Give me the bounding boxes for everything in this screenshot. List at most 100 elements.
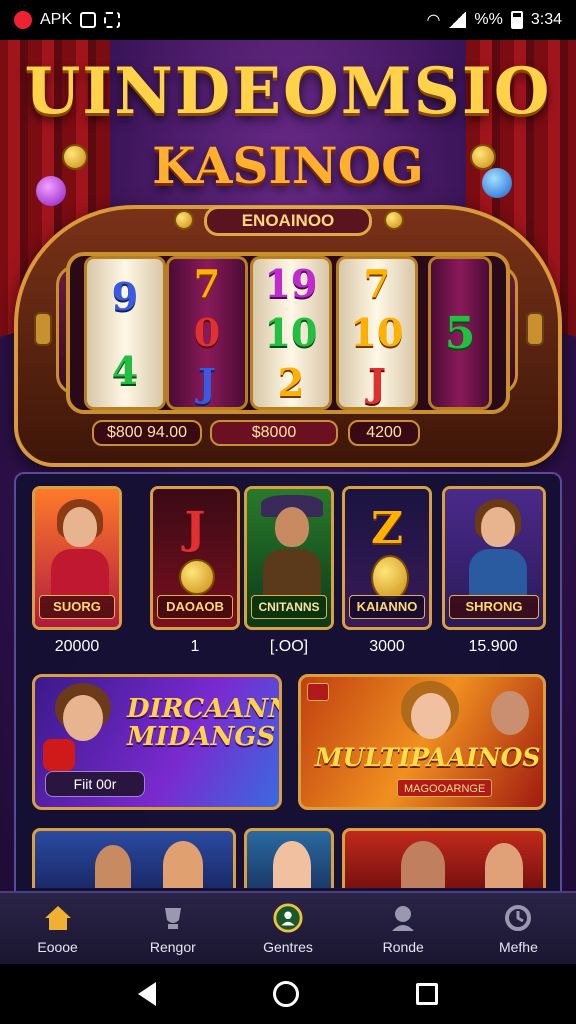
banner-title: DIRCAANN MIDANGS [127, 694, 282, 752]
app-screen: UINDEOMSIO KASINOG ENOAINOO 9 4 7 0 J 19… [0, 40, 576, 964]
character-portrait [63, 695, 103, 741]
status-apk-label: APK [40, 11, 73, 28]
game-tile-value: 20000 [54, 638, 100, 655]
slot-machine-plaque: ENOAINOO [204, 206, 372, 236]
game-tile-symbol: J [184, 503, 206, 554]
game-tile-value: 15.900 [468, 638, 518, 655]
reel-symbol: 5 [444, 307, 476, 359]
game-tile-label: DAOAOB [157, 595, 233, 619]
bolt-icon [384, 210, 404, 230]
screenshot-icon [104, 12, 121, 28]
character-portrait [275, 507, 309, 547]
game-tile[interactable]: SUORG [32, 486, 122, 630]
reel-symbol: 7 [193, 261, 221, 307]
game-tile-label: CNITANNS [251, 595, 327, 619]
reel-symbol: 7 [363, 261, 391, 307]
reel-symbol: 10 [350, 310, 404, 356]
character-portrait [401, 841, 445, 888]
nav-label: Eoooe [37, 938, 78, 955]
credit-meter: $800 94.00 [92, 420, 202, 446]
reel-2: 7 0 J [166, 256, 248, 410]
left-knob [34, 312, 52, 346]
reel-symbol: 19 [264, 261, 318, 307]
reel-symbol: 2 [277, 359, 305, 405]
nav-item-home[interactable]: Eoooe [0, 893, 115, 964]
banner-corner-badge [307, 683, 329, 701]
nav-label: Rengor [149, 938, 196, 955]
banner-button[interactable]: Fiit 00r [45, 771, 145, 797]
reel-5: 5 [428, 256, 492, 410]
character-portrait [163, 841, 203, 888]
reel-3: 19 10 2 [250, 256, 332, 410]
nav-item-games[interactable]: Gentres [230, 893, 345, 964]
coin-icon [62, 144, 88, 170]
coin-stack-icon [179, 559, 215, 595]
nav-label: Ronde [382, 938, 424, 955]
character-portrait [95, 845, 131, 888]
nav-item-profile[interactable]: Ronde [346, 893, 461, 964]
game-tile-partial[interactable] [244, 828, 334, 888]
promo-banner[interactable]: MULTIPAAINOS MAGOOARNGE [298, 674, 546, 810]
notification-icon [80, 12, 97, 28]
character-portrait [63, 507, 97, 547]
game-tile-value: 1 [190, 638, 200, 655]
status-time: 3:34 [530, 11, 562, 28]
game-tile-value: 3000 [369, 638, 405, 655]
nav-item-more[interactable]: Mefhe [461, 893, 576, 964]
reel-4: 7 10 J [336, 256, 418, 410]
win-meter: 4200 [348, 420, 420, 446]
system-nav-bar [0, 964, 576, 1024]
home-icon [43, 903, 73, 933]
reel-symbol: 9 [111, 273, 139, 319]
trophy-icon [158, 903, 188, 933]
game-tile[interactable]: CNITANNS [244, 486, 334, 630]
reel-1: 9 4 [84, 256, 166, 410]
refresh-icon [503, 903, 533, 933]
profile-icon [388, 903, 418, 933]
nav-item-rankings[interactable]: Rengor [115, 893, 230, 964]
character-portrait [491, 691, 529, 735]
game-tile[interactable]: SHRONG [442, 486, 546, 630]
app-notification-icon [14, 11, 32, 29]
bottom-nav: Eoooe Rengor Gentres Ronde Mefhe [0, 891, 576, 964]
reel-symbol: J [198, 359, 216, 405]
promo-banner[interactable]: DIRCAANN MIDANGS Fiit 00r [32, 674, 282, 810]
banner-title: MULTIPAAINOS [315, 743, 541, 772]
game-tile-label: KAIANNO [349, 595, 425, 619]
game-tile-partial[interactable] [32, 828, 236, 888]
bolt-icon [174, 210, 194, 230]
game-tile-partial[interactable] [342, 828, 546, 888]
game-tile[interactable]: J DAOAOB [150, 486, 240, 630]
coin-icon [470, 144, 496, 170]
wifi-icon: ◠ [426, 12, 441, 29]
reel-symbol: 4 [111, 347, 139, 393]
character-portrait [481, 507, 515, 547]
status-bar: APK ◠ %% 3:34 [0, 0, 576, 40]
game-tile[interactable]: Z KAIANNO [342, 486, 432, 630]
blue-gem-icon [482, 168, 512, 198]
back-icon[interactable] [138, 982, 157, 1006]
character-portrait [273, 841, 311, 888]
reel-symbol: 10 [264, 310, 318, 356]
nav-label: Gentres [263, 938, 313, 955]
game-tile-label: SHRONG [449, 595, 539, 619]
red-dice-icon [43, 739, 75, 771]
battery-icon [510, 11, 523, 29]
reel-symbol: 0 [193, 310, 221, 356]
home-button-icon[interactable] [272, 981, 299, 1007]
games-icon [273, 902, 303, 933]
bet-meter: $8000 [210, 420, 338, 446]
banner-badge: MAGOOARNGE [397, 779, 493, 797]
character-portrait [485, 843, 523, 888]
recents-icon[interactable] [415, 983, 438, 1005]
game-tile-label: SUORG [39, 595, 115, 619]
reel-symbol: J [368, 359, 386, 405]
app-title: UINDEOMSIO [24, 54, 552, 129]
nav-label: Mefhe [498, 938, 538, 955]
right-knob [526, 312, 544, 346]
battery-percent: %% [474, 11, 503, 28]
purple-gem-icon [36, 176, 66, 206]
character-portrait [411, 693, 451, 739]
signal-icon [448, 12, 467, 28]
game-tile-symbol: Z [370, 503, 404, 554]
